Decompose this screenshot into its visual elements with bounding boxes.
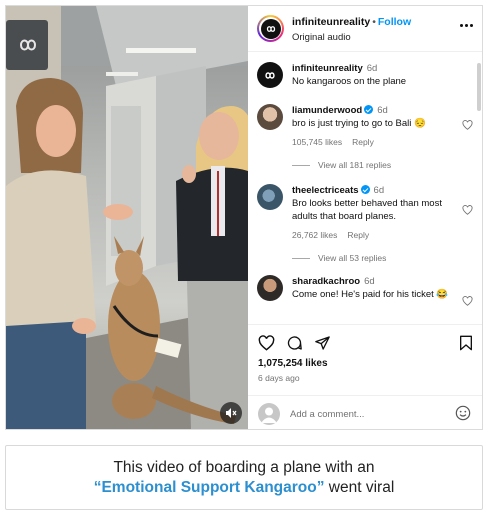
speaker-muted-icon (226, 408, 237, 418)
view-replies-label: View all 181 replies (318, 160, 392, 170)
infinity-logo-icon (266, 25, 275, 32)
post-video[interactable] (6, 6, 248, 429)
caption-time: 6d (366, 63, 378, 74)
post-caption: infiniteunreality 6d No kangaroos on the … (248, 62, 473, 92)
comment-item: theelectriceats 6d Bro looks better behav… (248, 184, 473, 274)
comment-time: 6d (364, 276, 375, 287)
header-username[interactable]: infiniteunreality (292, 16, 370, 28)
comments-list[interactable]: infiniteunreality 6d No kangaroos on the … (248, 53, 482, 323)
comment-time: 6d (373, 185, 385, 196)
view-replies-button[interactable]: View all 181 replies (292, 160, 391, 170)
post-actions: 1,075,254 likes 6 days ago Add a comment… (248, 324, 482, 429)
header-user-line: infiniteunreality • Follow (292, 16, 411, 28)
comment-item: sharadkachroo 6d Come one! He's paid for … (248, 275, 473, 319)
comment-avatar[interactable] (257, 104, 283, 130)
comment-username[interactable]: liamunderwood (292, 105, 362, 116)
verified-icon (364, 105, 374, 114)
reply-button[interactable]: Reply (352, 137, 374, 147)
emoji-icon[interactable] (455, 405, 471, 421)
likes-count[interactable]: 1,075,254 likes (258, 358, 328, 369)
comment-username[interactable]: theelectriceats (292, 185, 359, 196)
comment-text: Come one! He's paid for his ticket 😂 (292, 289, 449, 300)
headline-line-1: This video of boarding a plane with an (113, 459, 375, 476)
scrollbar[interactable] (477, 63, 481, 111)
post-header: infiniteunreality • Follow Original audio (248, 6, 482, 52)
caption-avatar[interactable] (257, 62, 283, 88)
comment-avatar[interactable] (257, 275, 283, 301)
headline-line-2-rest: went viral (324, 479, 395, 496)
heart-icon[interactable] (258, 335, 275, 351)
bookmark-icon[interactable] (459, 335, 473, 351)
caption-username[interactable]: infiniteunreality (292, 63, 363, 74)
comment-text: Bro looks better behaved than most adult… (292, 198, 442, 222)
verified-icon (360, 185, 370, 194)
infinity-icon (12, 34, 44, 56)
add-comment-input[interactable]: Add a comment... (290, 409, 364, 420)
profile-avatar[interactable] (257, 15, 284, 42)
instagram-post-frame: infiniteunreality • Follow Original audio … (5, 5, 483, 430)
heart-icon[interactable] (462, 205, 473, 215)
posted-ago: 6 days ago (258, 373, 300, 383)
headline-caption: This video of boarding a plane with an “… (5, 445, 483, 510)
mute-button[interactable] (220, 402, 242, 424)
add-comment-bar: Add a comment... (248, 395, 482, 429)
separator-dot: • (372, 16, 376, 28)
headline-line-2: “Emotional Support Kangaroo” went viral (6, 479, 482, 497)
comment-text: bro is just trying to go to Bali 😔 (292, 118, 426, 129)
comment-time: 6d (377, 105, 388, 116)
current-user-avatar (258, 403, 280, 425)
comment-avatar[interactable] (257, 184, 283, 210)
heart-icon[interactable] (462, 120, 473, 130)
comment-likes[interactable]: 105,745 likes (292, 137, 342, 147)
headline-highlight: “Emotional Support Kangaroo” (93, 479, 325, 496)
share-icon[interactable] (314, 335, 331, 351)
comment-likes[interactable]: 26,762 likes (292, 230, 337, 240)
video-frame-illustration (6, 6, 248, 429)
comment-icon[interactable] (286, 335, 303, 351)
more-icon[interactable] (460, 24, 473, 27)
heart-icon[interactable] (462, 296, 473, 306)
comment-item: liamunderwood 6d bro is just trying to go… (248, 104, 473, 179)
view-replies-button[interactable]: View all 53 replies (292, 253, 386, 263)
audio-label[interactable]: Original audio (292, 32, 351, 43)
follow-button[interactable]: Follow (378, 16, 411, 28)
infinity-logo-icon (265, 71, 275, 79)
post-side-panel: infiniteunreality • Follow Original audio … (248, 6, 482, 429)
view-replies-label: View all 53 replies (318, 253, 387, 263)
reply-button[interactable]: Reply (347, 230, 369, 240)
comment-username[interactable]: sharadkachroo (292, 276, 360, 287)
caption-text: No kangaroos on the plane (292, 76, 407, 87)
